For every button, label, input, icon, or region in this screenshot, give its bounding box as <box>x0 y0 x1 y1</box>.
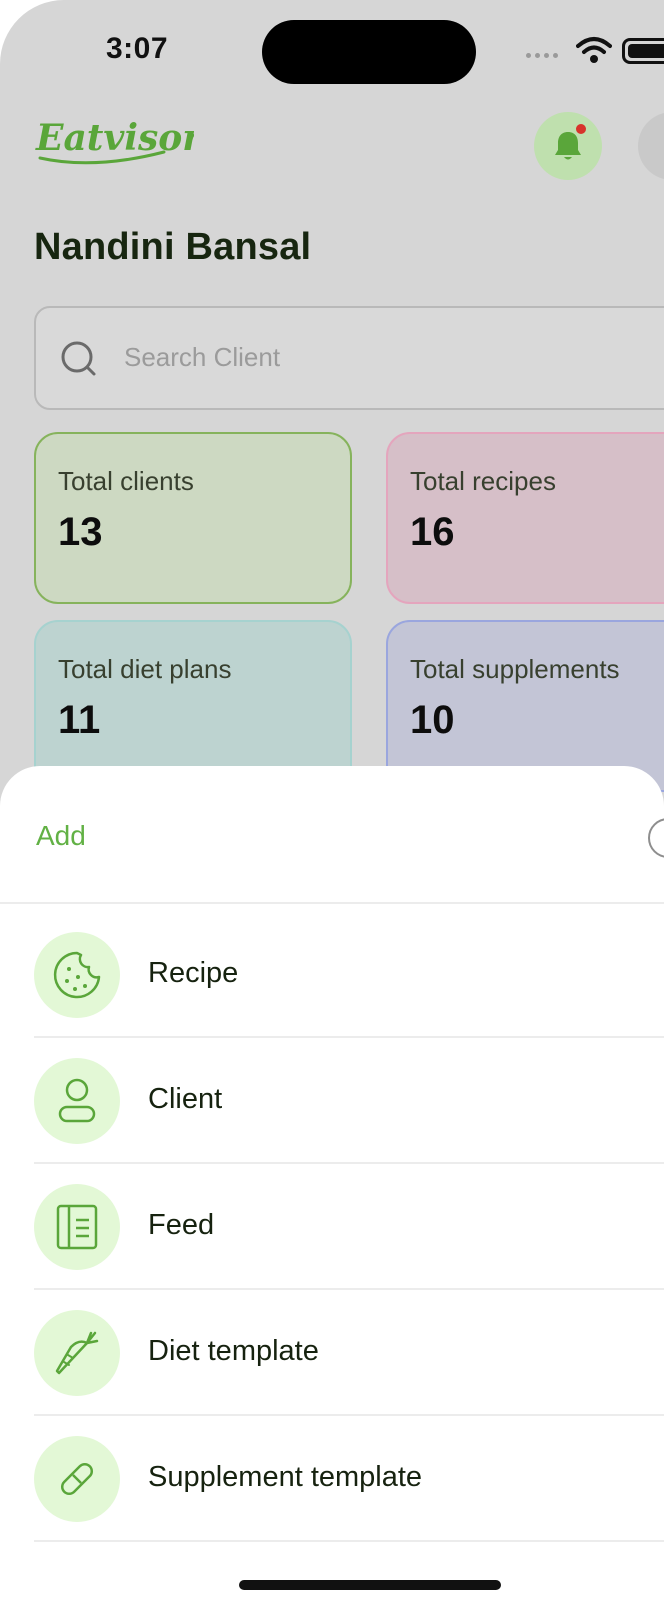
option-diet-template[interactable]: Diet template <box>34 1290 664 1416</box>
pill-icon <box>60 1462 94 1496</box>
page-title: Nandini Bansal <box>34 226 312 268</box>
stat-value: 16 <box>410 510 455 554</box>
option-label: Feed <box>148 1209 215 1241</box>
status-time: 3:07 <box>106 32 169 65</box>
option-client[interactable]: Client <box>34 1038 664 1164</box>
stat-label: Total clients <box>58 466 194 496</box>
stat-value: 11 <box>58 698 101 742</box>
svg-text:Eatvisor: Eatvisor <box>35 117 194 159</box>
close-icon[interactable] <box>648 818 664 858</box>
dynamic-island <box>262 20 476 84</box>
total-clients-card[interactable]: Total clients 13 <box>34 432 352 604</box>
add-bottom-sheet: Add Recipe Client Feed Diet template Sup… <box>0 766 664 1604</box>
eatvisor-logo: Eatvisor <box>35 117 194 165</box>
stat-value: 13 <box>58 510 103 554</box>
cellular-signal-icon <box>526 53 562 61</box>
option-label: Supplement template <box>148 1461 423 1493</box>
profile-avatar[interactable] <box>638 112 664 180</box>
option-feed[interactable]: Feed <box>34 1164 664 1290</box>
stat-value: 10 <box>410 698 455 742</box>
search-input[interactable]: Search Client <box>34 306 664 410</box>
home-indicator[interactable] <box>239 1580 501 1590</box>
option-recipe[interactable]: Recipe <box>34 912 664 1038</box>
carrot-icon <box>55 1331 99 1375</box>
option-supplement-template[interactable]: Supplement template <box>34 1416 664 1542</box>
feed-icon <box>56 1204 98 1250</box>
total-recipes-card[interactable]: Total recipes 16 <box>386 432 664 604</box>
notification-badge <box>574 122 588 136</box>
search-placeholder: Search Client <box>124 342 281 372</box>
stat-label: Total diet plans <box>58 654 232 684</box>
user-icon <box>58 1078 96 1123</box>
battery-icon <box>622 38 664 64</box>
stat-label: Total recipes <box>410 466 556 496</box>
divider <box>0 902 664 904</box>
sheet-title: Add <box>36 820 86 851</box>
wifi-icon <box>576 37 612 63</box>
option-label: Client <box>148 1083 223 1115</box>
notifications-button[interactable] <box>534 112 602 180</box>
option-label: Recipe <box>148 957 239 989</box>
option-label: Diet template <box>148 1335 319 1367</box>
cookie-icon <box>53 951 101 999</box>
stat-label: Total supplements <box>410 654 620 684</box>
search-icon <box>61 341 96 376</box>
